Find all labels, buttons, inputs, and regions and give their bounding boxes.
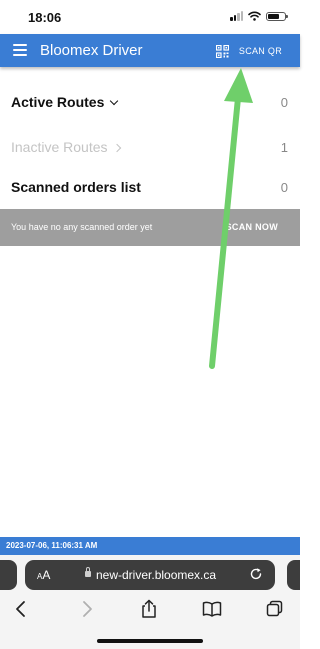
browser-bottom-bar: AA new-driver.bloomex.ca [0, 555, 300, 649]
scan-now-button[interactable]: SCAN NOW [226, 222, 278, 232]
empty-orders-banner: You have no any scanned order yet SCAN N… [0, 209, 300, 246]
scan-qr-label: SCAN QR [238, 46, 282, 56]
wifi-icon [248, 11, 261, 21]
cellular-signal-icon [230, 11, 243, 21]
next-tab-preview[interactable] [287, 560, 300, 590]
empty-orders-message: You have no any scanned order yet [11, 222, 153, 232]
chevron-right-icon [112, 143, 121, 153]
chevron-down-icon [110, 96, 119, 106]
bookmarks-icon[interactable] [201, 599, 223, 619]
active-routes-row[interactable]: Active Routes 0 [0, 88, 300, 118]
previous-tab-preview[interactable] [0, 560, 17, 590]
scanned-orders-label: Scanned orders list [11, 179, 141, 195]
address-bar[interactable]: AA new-driver.bloomex.ca [25, 560, 275, 590]
text-size-button[interactable]: AA [37, 568, 50, 582]
inactive-routes-heading[interactable]: Inactive Routes [11, 139, 121, 155]
url-text[interactable]: new-driver.bloomex.ca [96, 568, 216, 582]
reload-icon[interactable] [249, 567, 263, 581]
scan-qr-button[interactable]: SCAN QR [215, 42, 282, 60]
timestamp-bar: 2023-07-06, 11:06:31 AM [0, 537, 300, 555]
inactive-routes-row[interactable]: Inactive Routes 1 [0, 133, 300, 163]
hamburger-menu-icon[interactable] [13, 44, 27, 56]
battery-icon [266, 11, 288, 21]
tabs-icon[interactable] [264, 599, 286, 619]
back-icon[interactable] [11, 599, 33, 619]
active-routes-count: 0 [280, 95, 288, 110]
lock-icon [85, 567, 91, 577]
home-indicator [97, 639, 203, 643]
share-icon[interactable] [138, 599, 160, 619]
scanned-orders-row: Scanned orders list 0 [0, 173, 300, 203]
timestamp-text: 2023-07-06, 11:06:31 AM [6, 541, 98, 550]
inactive-routes-count: 1 [280, 140, 288, 155]
status-time: 18:06 [28, 10, 62, 25]
active-routes-heading[interactable]: Active Routes [11, 94, 119, 110]
inactive-routes-label: Inactive Routes [11, 139, 108, 155]
qr-code-icon [215, 44, 229, 58]
status-icons [230, 11, 288, 21]
forward-icon[interactable] [75, 599, 97, 619]
active-routes-label: Active Routes [11, 94, 105, 110]
status-bar: 18:06 [0, 0, 300, 34]
scanned-orders-count: 0 [280, 180, 288, 195]
app-bar: Bloomex Driver SCAN QR [0, 34, 300, 67]
browser-toolbar [0, 595, 300, 623]
app-title: Bloomex Driver [40, 42, 143, 59]
